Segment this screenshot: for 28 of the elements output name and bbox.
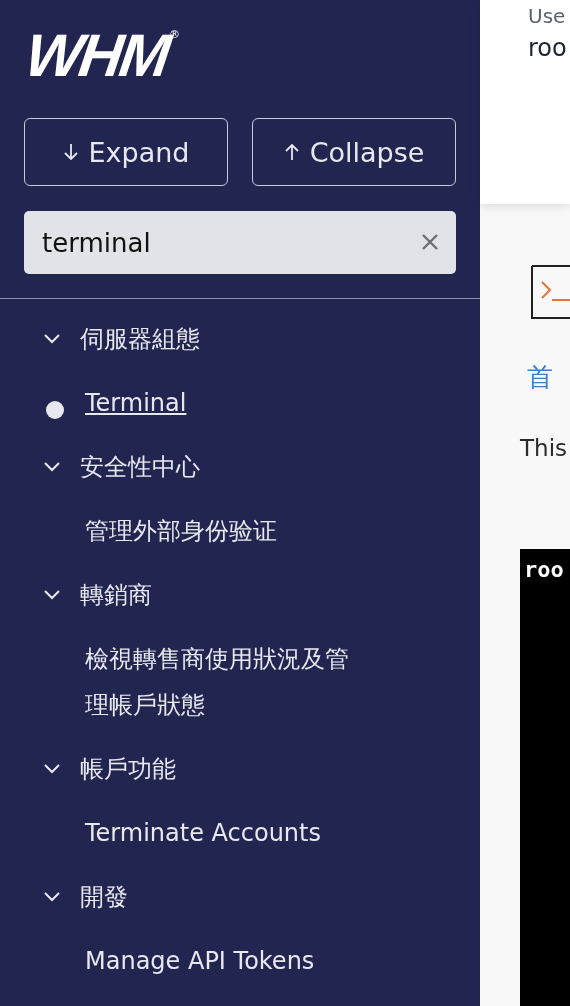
category-item[interactable]: 伺服器組態 (0, 307, 480, 371)
menu-link[interactable]: 管理外部身份验证 (85, 508, 277, 554)
category-item[interactable]: 安全性中心 (0, 435, 480, 499)
menu-link[interactable]: Terminate Accounts (85, 810, 321, 856)
logo[interactable]: WHM$^{®}$ (26, 28, 480, 86)
terminal-icon (530, 264, 570, 320)
arrow-down-icon (62, 142, 79, 162)
menu-link[interactable]: Terminal (85, 380, 187, 426)
collapse-button[interactable]: Collapse (252, 118, 456, 186)
category-label: 轉銷商 (80, 580, 152, 611)
close-icon[interactable] (420, 232, 440, 252)
category-item[interactable]: 開發 (0, 865, 480, 929)
category-item[interactable]: 轉銷商 (0, 563, 480, 627)
user-name: roo (528, 34, 568, 62)
menu-link[interactable]: 檢視轉售商使用狀況及管理帳戶狀態 (85, 636, 355, 728)
category-label: 安全性中心 (80, 452, 200, 483)
intro-text: This (520, 435, 568, 461)
category-label: 帳戶功能 (80, 754, 176, 785)
menu-link[interactable]: Manage API Tokens (85, 938, 315, 984)
arrow-up-icon (283, 142, 300, 162)
category-item[interactable]: 帳戶功能 (0, 737, 480, 801)
terminal-prompt: roo (524, 557, 564, 582)
expand-button[interactable]: Expand (24, 118, 228, 186)
breadcrumb-link[interactable]: 首 (527, 360, 570, 395)
search-field[interactable]: terminal (24, 211, 456, 274)
category-label: 伺服器組態 (80, 324, 200, 355)
user-label: Use (528, 4, 567, 28)
category-label: 開發 (80, 882, 128, 913)
